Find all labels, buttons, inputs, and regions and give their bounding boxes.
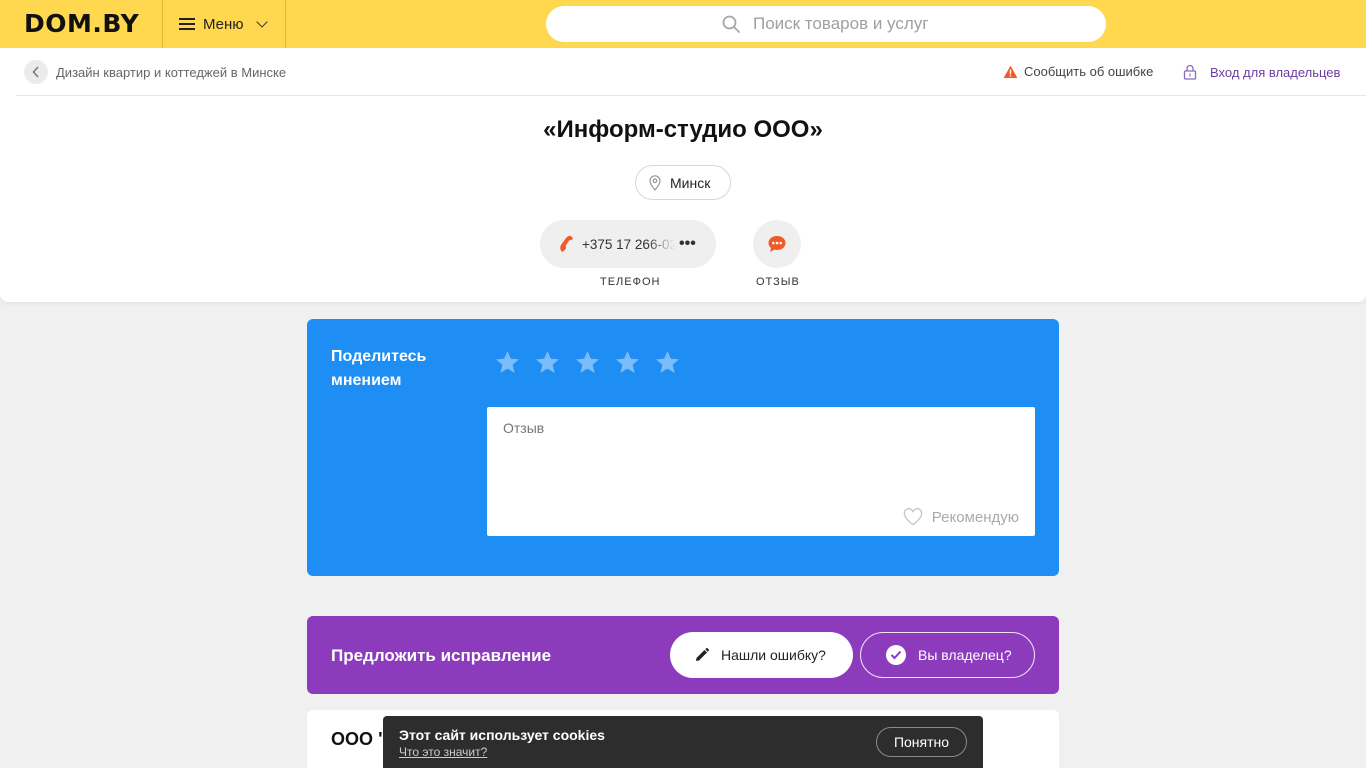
cookie-accept-button[interactable]: Понятно [876,727,967,757]
chat-bubble-icon [768,236,786,252]
owner-login-link[interactable]: Вход для владельцев [1183,64,1340,80]
report-error-label: Сообщить об ошибке [1024,64,1154,79]
rating-heading: Поделитесь мнением [331,348,427,389]
warning-icon [1003,65,1018,78]
lock-icon [1183,64,1197,80]
hamburger-icon [179,18,195,30]
more-dots-icon: ••• [679,235,696,252]
menu-button[interactable]: Меню [163,0,285,48]
back-button[interactable] [24,60,48,84]
company-title: «Информ-студио ООО» [543,116,823,143]
found-error-label: Нашли ошибку? [721,647,826,663]
star-icon[interactable] [614,349,641,376]
recommend-toggle[interactable]: Рекомендую [903,508,1019,526]
search-icon [722,15,740,33]
chevron-left-icon [32,66,39,78]
menu-label: Меню [203,15,244,33]
phone-caption: ТЕЛЕФОН [600,276,661,288]
top-bar: DOM.BY Меню [0,0,1366,48]
star-icon[interactable] [574,349,601,376]
star-icon[interactable] [534,349,561,376]
company-header-card: Дизайн квартир и коттеджей в Минске Сооб… [0,48,1366,302]
report-error-link[interactable]: Сообщить об ошибке [1003,64,1153,79]
location-pin-icon [649,174,661,191]
review-caption: ОТЗЫВ [756,276,800,288]
found-error-button[interactable]: Нашли ошибку? [670,632,853,678]
are-owner-button[interactable]: Вы владелец? [860,632,1035,678]
city-chip[interactable]: Минск [635,165,731,200]
star-rating[interactable] [494,349,694,376]
star-icon[interactable] [494,349,521,376]
review-field: Рекомендую [487,407,1035,536]
check-circle-icon [886,645,906,665]
owner-login-label: Вход для владельцев [1210,64,1341,80]
heart-icon [903,508,922,526]
site-logo[interactable]: DOM.BY [24,9,139,38]
review-button[interactable] [753,220,801,268]
chevron-down-icon [255,16,268,28]
breadcrumb[interactable]: Дизайн квартир и коттеджей в Минске [56,65,286,80]
cookie-info-link[interactable]: Что это значит? [399,745,487,759]
search-input[interactable] [753,14,1053,34]
search-bar[interactable] [546,6,1106,42]
cookie-title: Этот сайт использует cookies [399,727,605,743]
cookie-banner: Этот сайт использует cookies Что это зна… [383,716,983,768]
city-label: Минск [670,174,711,191]
divider [16,95,1366,96]
recommend-label: Рекомендую [931,508,1019,526]
phone-number: +375 17 266-02 [582,236,675,252]
correction-heading: Предложить исправление [331,646,552,665]
rating-block: Поделитесь мнением Рекомендую [307,319,1059,576]
phone-icon [560,235,573,252]
are-owner-label: Вы владелец? [918,647,1012,663]
star-icon[interactable] [654,349,681,376]
company-name: ООО " [331,729,387,749]
pencil-icon [696,648,709,661]
divider [285,0,286,48]
phone-button[interactable]: +375 17 266-02 ••• [540,220,716,268]
correction-block: Предложить исправление Нашли ошибку? Вы … [307,616,1059,694]
